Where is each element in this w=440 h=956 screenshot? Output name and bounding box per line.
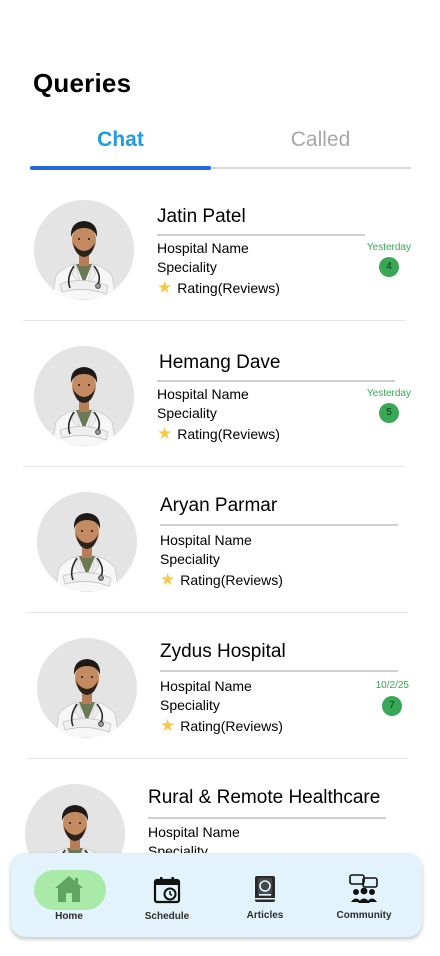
speciality: Speciality: [157, 405, 217, 421]
doctor-name: Zydus Hospital: [160, 641, 286, 662]
nav-label-articles: Articles: [246, 910, 284, 921]
name-underline: [160, 524, 398, 526]
last-message-date: Yesterday: [366, 388, 411, 399]
doctor-avatar: [34, 200, 134, 300]
tab-chat[interactable]: Chat: [30, 128, 211, 158]
book-icon: [253, 875, 277, 908]
hospital-name: Hospital Name: [160, 532, 252, 548]
doctor-avatar: [37, 492, 137, 592]
last-message-date: Yesterday: [366, 242, 411, 253]
home-icon: [53, 874, 85, 909]
doctor-name: Jatin Patel: [157, 206, 246, 227]
speciality: Speciality: [160, 697, 220, 713]
rating: ★ Rating(Reviews): [157, 278, 280, 297]
doctor-avatar: [34, 346, 134, 446]
page-title: Queries: [33, 68, 132, 98]
doctor-avatar: [37, 638, 137, 738]
doctor-name: Aryan Parmar: [160, 495, 278, 516]
name-underline: [148, 817, 386, 819]
hospital-name: Hospital Name: [148, 824, 240, 840]
nav-label-community: Community: [336, 910, 392, 921]
speciality: Speciality: [160, 551, 220, 567]
nav-community[interactable]: Community: [314, 853, 414, 937]
star-icon: ★: [160, 570, 176, 589]
star-icon: ★: [160, 716, 176, 735]
name-underline: [157, 234, 365, 236]
nav-schedule[interactable]: Schedule: [117, 853, 217, 937]
rating: ★ Rating(Reviews): [160, 716, 283, 735]
nav-label-schedule: Schedule: [144, 911, 190, 922]
rating: ★ Rating(Reviews): [160, 570, 283, 589]
doctor-name: Rural & Remote Healthcare: [148, 787, 381, 808]
last-message-date: 10/2/25: [375, 680, 409, 691]
star-icon: ★: [157, 278, 173, 297]
divider: [23, 320, 405, 321]
hospital-name: Hospital Name: [160, 678, 252, 694]
doctor-card[interactable]: Hemang Dave Hospital Name Speciality ★ Ra…: [0, 332, 440, 478]
nav-articles[interactable]: Articles: [215, 853, 315, 937]
name-underline: [157, 380, 395, 382]
unread-badge: 5: [379, 403, 399, 423]
rating: ★ Rating(Reviews): [157, 424, 280, 443]
hospital-name: Hospital Name: [157, 240, 249, 256]
doctor-card[interactable]: Jatin Patel Hospital Name Speciality ★ Ra…: [0, 186, 440, 332]
tab-called[interactable]: Called: [230, 128, 411, 158]
divider: [26, 758, 408, 759]
star-icon: ★: [157, 424, 173, 443]
divider: [26, 612, 408, 613]
speciality: Speciality: [157, 259, 217, 275]
nav-home[interactable]: Home: [19, 853, 119, 937]
doctor-card[interactable]: Aryan Parmar Hospital Name Speciality ★ R…: [0, 478, 440, 624]
nav-label-home: Home: [55, 911, 83, 922]
bottom-nav: Home Schedule Articles Community: [11, 853, 422, 937]
tab-active-indicator: [30, 166, 211, 170]
calendar-icon: [153, 876, 181, 909]
community-icon: [349, 874, 379, 909]
unread-badge: 4: [379, 257, 399, 277]
name-underline: [160, 670, 398, 672]
doctor-name: Hemang Dave: [159, 352, 281, 373]
hospital-name: Hospital Name: [157, 386, 249, 402]
divider: [23, 466, 405, 467]
doctor-card[interactable]: Zydus Hospital Hospital Name Speciality …: [0, 624, 440, 770]
tab-bar: Chat Called: [30, 128, 411, 172]
unread-badge: 7: [382, 696, 402, 716]
